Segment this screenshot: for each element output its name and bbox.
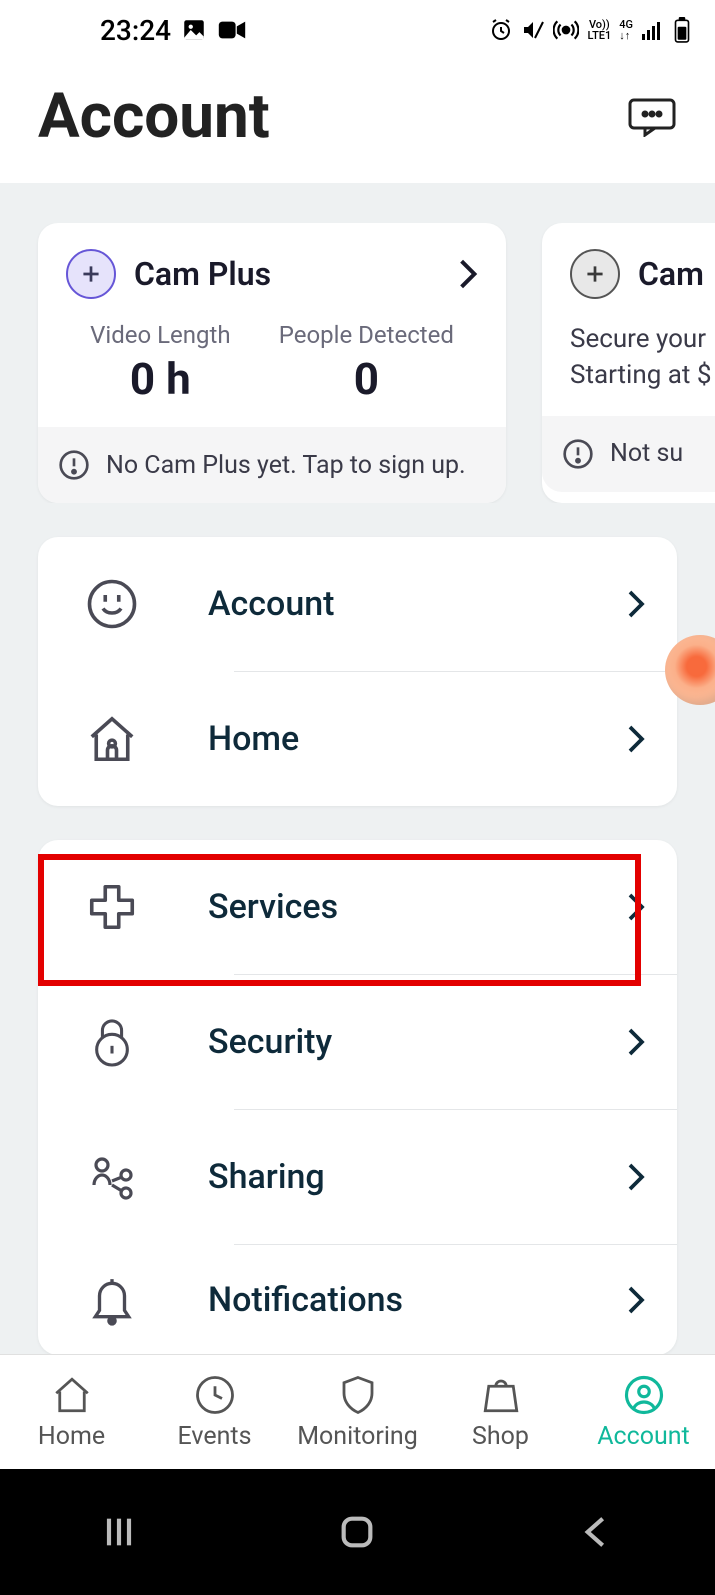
bag-icon: [480, 1374, 522, 1416]
nav-label: Events: [178, 1422, 252, 1451]
bottom-nav: Home Events Monitoring Shop Account: [0, 1354, 715, 1469]
menu-item-notifications[interactable]: Notifications: [38, 1245, 677, 1355]
menu-section-2: Services Security Sharing Notifications: [38, 840, 677, 1355]
alarm-icon: [489, 18, 513, 42]
bell-icon: [87, 1272, 137, 1328]
mute-icon: [521, 18, 545, 42]
promo-title: Cam: [638, 255, 704, 293]
menu-label: Security: [148, 1022, 627, 1062]
account-icon: [623, 1374, 665, 1416]
promo-card-secondary[interactable]: Cam Secure your Starting at $ Not su: [542, 223, 715, 503]
stat-label: Video Length: [90, 321, 230, 349]
nav-monitoring[interactable]: Monitoring: [286, 1355, 429, 1469]
page-header: Account: [0, 60, 715, 183]
nav-label: Shop: [472, 1422, 529, 1451]
stat-label: People Detected: [279, 321, 454, 349]
status-time: 23:24: [100, 14, 171, 47]
menu-item-home[interactable]: Home: [38, 672, 677, 806]
clock-icon: [194, 1374, 236, 1416]
promo-cards-row[interactable]: Cam Plus Video Length 0 h People Detecte…: [0, 223, 715, 503]
promo-footer: No Cam Plus yet. Tap to sign up.: [106, 451, 466, 480]
cam-badge-icon: [570, 249, 620, 299]
promo-text-line: Secure your: [570, 321, 715, 357]
menu-section-1: Account Home: [38, 537, 677, 806]
info-icon: [58, 449, 90, 481]
nav-account[interactable]: Account: [572, 1355, 715, 1469]
nav-shop[interactable]: Shop: [429, 1355, 572, 1469]
nav-label: Home: [38, 1422, 105, 1451]
page-title: Account: [38, 80, 270, 153]
signal-icon: [641, 20, 665, 40]
back-button[interactable]: [576, 1512, 616, 1552]
network-4g: 4G↓↑: [619, 19, 633, 41]
chevron-right-icon: [627, 1285, 645, 1315]
chevron-right-icon: [627, 589, 645, 619]
lock-icon: [89, 1014, 135, 1070]
promo-footer: Not su: [610, 439, 683, 468]
menu-label: Home: [148, 719, 627, 759]
nav-label: Monitoring: [297, 1422, 418, 1451]
system-nav-bar: [0, 1469, 715, 1595]
video-icon: [217, 18, 247, 42]
promo-title: Cam Plus: [134, 255, 271, 293]
chevron-right-icon: [627, 724, 645, 754]
battery-icon: [673, 17, 691, 43]
house-icon: [85, 712, 139, 766]
share-icon: [84, 1149, 140, 1205]
nav-label: Account: [597, 1422, 690, 1451]
shield-icon: [337, 1374, 379, 1416]
status-bar: 23:24 Vo))LTE1 4G↓↑: [0, 0, 715, 60]
home-icon: [51, 1374, 93, 1416]
chevron-right-icon: [627, 1027, 645, 1057]
network-label: Vo))LTE1: [587, 19, 611, 41]
content-area: Cam Plus Video Length 0 h People Detecte…: [0, 183, 715, 1363]
menu-label: Notifications: [148, 1280, 627, 1320]
photo-icon: [181, 17, 207, 43]
menu-label: Sharing: [148, 1157, 627, 1197]
menu-item-sharing[interactable]: Sharing: [38, 1110, 677, 1244]
promo-text-line: Starting at $: [570, 357, 715, 393]
menu-item-services[interactable]: Services: [38, 840, 677, 974]
home-button[interactable]: [337, 1512, 377, 1552]
smiley-icon: [85, 577, 139, 631]
menu-label: Account: [148, 584, 627, 624]
recents-button[interactable]: [99, 1512, 139, 1552]
camplus-badge-icon: [66, 249, 116, 299]
hotspot-icon: [553, 17, 579, 43]
menu-item-security[interactable]: Security: [38, 975, 677, 1109]
chevron-right-icon: [458, 258, 478, 290]
chat-icon[interactable]: [627, 97, 677, 137]
promo-card-camplus[interactable]: Cam Plus Video Length 0 h People Detecte…: [38, 223, 506, 503]
menu-label: Services: [148, 887, 627, 927]
menu-item-account[interactable]: Account: [38, 537, 677, 671]
nav-events[interactable]: Events: [143, 1355, 286, 1469]
nav-home[interactable]: Home: [0, 1355, 143, 1469]
stat-value: 0 h: [90, 353, 230, 405]
plus-cross-icon: [85, 880, 139, 934]
chevron-right-icon: [627, 1162, 645, 1192]
chevron-right-icon: [627, 892, 645, 922]
stat-value: 0: [279, 353, 454, 405]
info-icon: [562, 438, 594, 470]
